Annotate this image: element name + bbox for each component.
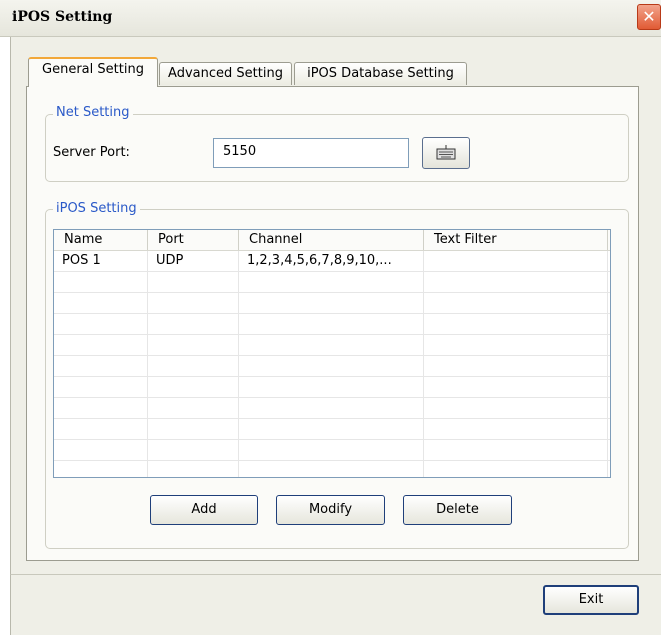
column-header-name[interactable]: Name: [54, 230, 148, 250]
empty-row: [54, 440, 610, 461]
empty-row: [54, 377, 610, 398]
column-header-text-filter[interactable]: Text Filter: [424, 230, 608, 250]
server-port-input[interactable]: 5150: [213, 138, 409, 168]
empty-row: [54, 461, 610, 477]
tab-general-setting[interactable]: General Setting: [28, 57, 158, 87]
cell-name: POS 1: [54, 251, 148, 272]
empty-row: [54, 356, 610, 377]
keyboard-icon: [436, 145, 456, 160]
empty-row: [54, 335, 610, 356]
column-header-channel[interactable]: Channel: [239, 230, 424, 250]
cell-port: UDP: [148, 251, 239, 272]
table-row[interactable]: POS 1 UDP 1,2,3,4,5,6,7,8,9,10,...: [54, 251, 610, 272]
modify-button[interactable]: Modify: [276, 495, 385, 525]
title-bar[interactable]: iPOS Setting ✕: [0, 0, 661, 37]
ipos-setting-legend: iPOS Setting: [53, 201, 140, 216]
empty-row: [54, 419, 610, 440]
tab-ipos-database-setting[interactable]: iPOS Database Setting: [294, 62, 467, 85]
empty-row: [54, 398, 610, 419]
cell-text-filter: [424, 251, 608, 272]
empty-row: [54, 272, 610, 293]
tab-advanced-setting[interactable]: Advanced Setting: [159, 62, 292, 85]
exit-button[interactable]: Exit: [543, 585, 639, 615]
window-title: iPOS Setting: [12, 9, 113, 25]
cell-channel: 1,2,3,4,5,6,7,8,9,10,...: [239, 251, 424, 272]
empty-row: [54, 314, 610, 335]
delete-button[interactable]: Delete: [403, 495, 512, 525]
net-setting-legend: Net Setting: [53, 105, 133, 120]
ipos-setting-window: iPOS Setting ✕ General Setting Advanced …: [0, 0, 661, 635]
column-header-port[interactable]: Port: [148, 230, 239, 250]
close-icon[interactable]: ✕: [637, 4, 661, 30]
server-port-label: Server Port:: [53, 145, 130, 160]
pos-list-table[interactable]: Name Port Channel Text Filter POS 1 UDP …: [53, 229, 611, 478]
empty-row: [54, 293, 610, 314]
add-button[interactable]: Add: [150, 495, 258, 525]
keyboard-button[interactable]: [422, 137, 470, 169]
table-header: Name Port Channel Text Filter: [54, 230, 610, 251]
